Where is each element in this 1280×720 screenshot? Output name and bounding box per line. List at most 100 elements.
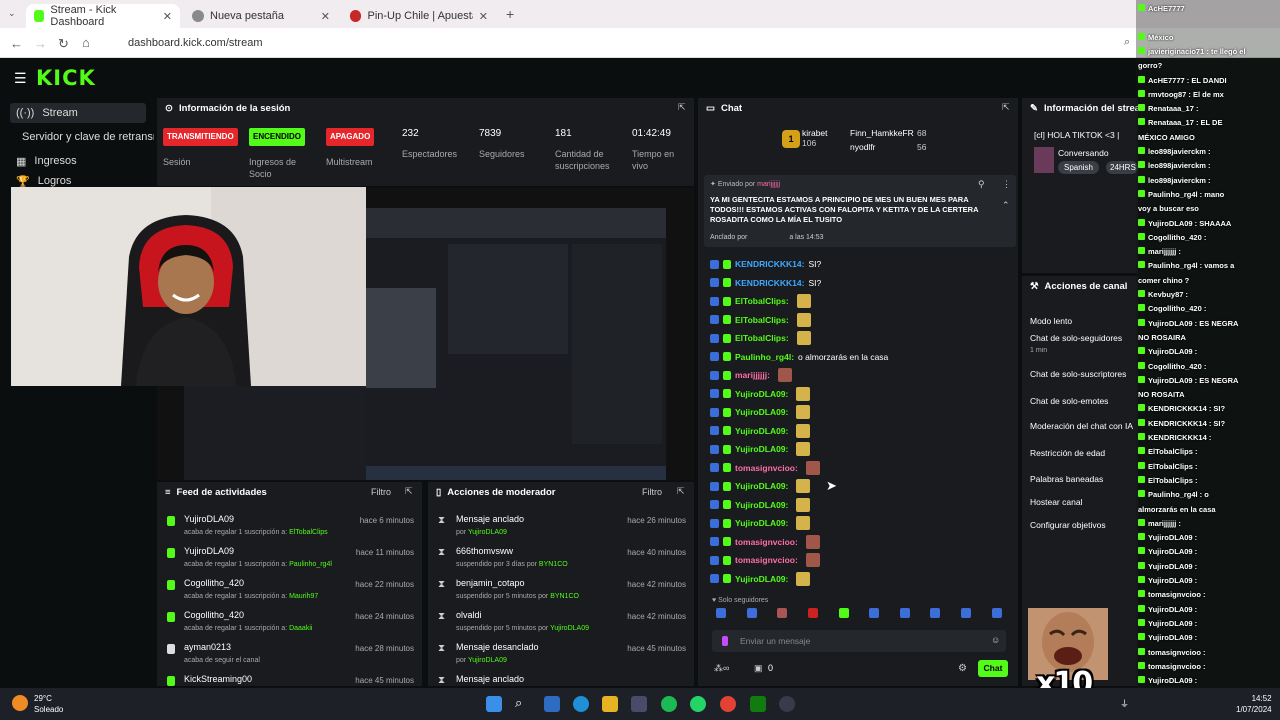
popout-icon[interactable]: ⇱ [405,486,413,497]
channel-action-item[interactable]: Restricción de edad [1030,448,1138,458]
hamburger-menu-icon[interactable]: ☰ [14,70,27,87]
chat-message[interactable]: YujiroDLA09: [710,385,811,403]
mod-action-title[interactable]: 666thomvsww [456,546,513,557]
microphone-tray-icon[interactable]: ⏚ [1120,697,1129,710]
channel-action-item[interactable]: Chat de solo-seguidores [1030,333,1138,343]
gift-icon[interactable]: ▣ [754,663,763,674]
emoji-icon[interactable]: ☺ [991,635,1000,645]
emote-icon[interactable] [899,608,910,618]
chat-username[interactable]: ElTobalClips: [735,296,789,306]
mod-action-target[interactable]: YujiroDLA09 [468,657,507,664]
emote-icon[interactable] [808,608,819,618]
sidebar-item-stream[interactable]: ((·)) Stream [10,103,146,123]
tag-spanish[interactable]: Spanish [1058,161,1099,174]
chat-username[interactable]: YujiroDLA09: [735,500,788,510]
close-tab-icon[interactable]: ✕ [321,10,330,23]
mod-action-target[interactable]: BYN1CO [550,593,579,600]
chat-message[interactable]: YujiroDLA09: [710,496,811,514]
channel-action-item[interactable]: Palabras baneadas [1030,474,1138,484]
popout-icon[interactable]: ⇱ [678,102,686,113]
feed-user[interactable]: Cogollitho_420 [184,578,244,589]
whatsapp-icon[interactable] [690,696,706,712]
chat-message[interactable]: YujiroDLA09: [710,440,811,458]
channel-action-item[interactable]: Moderación del chat con IA [1030,421,1138,431]
mod-action-item[interactable]: ⧗ Mensaje anclado por YujiroDLA09 hace 26 m… [434,513,690,541]
feed-filter-button[interactable]: Filtro [371,487,391,497]
chat-message[interactable]: ElTobalClips: [710,311,811,329]
feed-user[interactable]: YujiroDLA09 [184,546,234,557]
sidebar-item-server-key[interactable]: Servidor y clave de retransm [16,127,154,147]
kick-logo[interactable]: KICK [36,66,96,90]
emote-icon[interactable] [746,608,757,618]
emote-icon[interactable] [930,608,941,618]
feed-user[interactable]: ayman0213 [184,642,231,653]
channel-action-item[interactable]: Chat de solo-suscriptores [1030,369,1138,379]
chat-message[interactable]: Paulinho_rg4l: o almorzarás en la casa [710,348,888,366]
feed-target[interactable]: Paulinho_rg4l [289,561,332,568]
mod-action-item[interactable]: ⧗ benjamin_cotapo suspendido por 5 minutos… [434,577,690,605]
mod-action-target[interactable]: YujiroDLA09 [468,529,507,536]
chat-message[interactable]: YujiroDLA09: [710,514,811,532]
forward-arrow-icon[interactable]: → [34,36,47,51]
feed-item[interactable]: Cogollitho_420 acaba de regalar 1 suscrip… [163,609,418,637]
chat-username[interactable]: YujiroDLA09: [735,481,788,491]
sidebar-item-logros[interactable]: 🏆 Logros [10,175,71,187]
mod-action-item[interactable]: ⧗ Mensaje desanclado por YujiroDLA09 hace 4… [434,641,690,669]
channel-action-item[interactable]: Chat de solo-emotes [1030,396,1138,406]
popout-icon[interactable]: ⇱ [1002,102,1010,113]
chat-username[interactable]: marijjjjjj: [735,370,770,380]
feed-item[interactable]: ayman0213 acaba de seguir el canal hace 2… [163,641,418,669]
emote-icon[interactable] [961,608,972,618]
channel-action-item[interactable]: Modo lento [1030,316,1138,326]
back-arrow-icon[interactable]: ← [10,36,23,51]
chat-username[interactable]: Paulinho_rg4l: [735,352,794,362]
emote-icon[interactable] [716,608,727,618]
mod-filter-button[interactable]: Filtro [642,487,662,497]
mod-action-target[interactable]: BYN1CO [539,561,568,568]
close-tab-icon[interactable]: ✕ [479,10,488,23]
feed-item[interactable]: Cogollitho_420 acaba de regalar 1 suscrip… [163,577,418,605]
channel-action-item[interactable]: Hostear canal [1030,497,1138,507]
mod-action-title[interactable]: Mensaje anclado [456,514,524,525]
send-chat-button[interactable]: Chat [978,660,1008,677]
feed-item[interactable]: YujiroDLA09 acaba de regalar 1 suscripció… [163,545,418,573]
mod-action-title[interactable]: Mensaje anclado [456,674,524,685]
new-tab-plus-icon[interactable]: + [506,6,514,22]
chat-message[interactable]: tomasignvcioo: [710,551,820,569]
chat-username[interactable]: ElTobalClips: [735,333,789,343]
chat-message[interactable]: YujiroDLA09: [710,570,811,588]
obs-icon[interactable] [779,696,795,712]
chat-username[interactable]: YujiroDLA09: [735,574,788,584]
mod-action-item[interactable]: ⧗ olvaldi suspendido por 5 minutos por Yuj… [434,609,690,637]
xbox-icon[interactable] [750,696,766,712]
reload-icon[interactable]: ↻ [58,36,69,52]
tab-pinup[interactable]: Pin-Up Chile | Apuestas y Casin ✕ [342,4,496,28]
chat-username[interactable]: YujiroDLA09: [735,518,788,528]
collapse-chevron-icon[interactable]: ⌃ [1002,200,1010,211]
chrome-icon[interactable] [720,696,736,712]
top-gifter-2[interactable]: Finn_HamkkeFR [850,128,914,138]
url-field[interactable]: dashboard.kick.com/stream [112,33,1122,53]
chat-username[interactable]: YujiroDLA09: [735,444,788,454]
mod-action-item[interactable]: ⧗ 666thomvsww suspendido por 3 días por BY… [434,545,690,573]
chat-username[interactable]: ElTobalClips: [735,315,789,325]
feed-target[interactable]: ElTobalClips [289,529,328,536]
emote-icon[interactable] [991,608,1002,618]
mod-action-title[interactable]: Mensaje desanclado [456,642,539,653]
feed-user[interactable]: YujiroDLA09 [184,514,234,525]
chat-username[interactable]: tomasignvcioo: [735,555,798,565]
chat-message[interactable]: tomasignvcioo: [710,533,820,551]
tab-kick-dashboard[interactable]: Stream - Kick Dashboard ✕ [26,4,180,28]
more-options-icon[interactable]: ⋮ [1002,179,1011,190]
feed-item[interactable]: YujiroDLA09 acaba de regalar 1 suscripció… [163,513,418,541]
emote-icon[interactable] [777,608,788,618]
chat-username[interactable]: KENDRICKKK14: [735,278,804,288]
top-gifter-1[interactable]: kirabet 106 [802,128,828,148]
chat-message[interactable]: YujiroDLA09: [710,403,811,421]
feed-item[interactable]: KickStreaming00 hace 45 minutos [163,673,418,701]
emote-icon[interactable] [838,608,849,618]
unpin-icon[interactable]: ⚲ [978,179,985,190]
emote-icon[interactable] [869,608,880,618]
chat-message[interactable]: ElTobalClips: [710,292,811,310]
chat-username[interactable]: tomasignvcioo: [735,537,798,547]
